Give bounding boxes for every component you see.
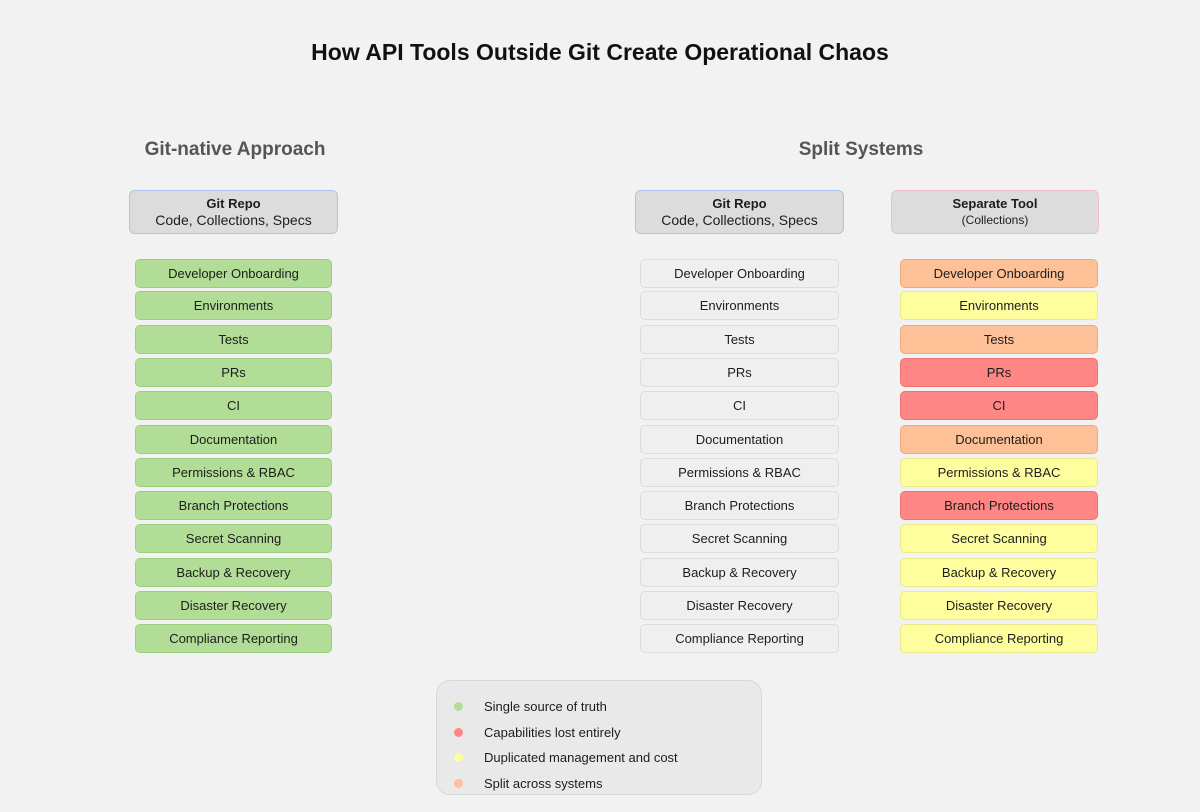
- header-title: Git Repo: [206, 196, 261, 211]
- legend-item-split: Split across systems: [437, 773, 602, 793]
- capability-item-disaster-recovery: Disaster Recovery: [900, 591, 1098, 620]
- legend-label: Single source of truth: [484, 698, 607, 714]
- capability-item-prs: PRs: [900, 358, 1098, 387]
- capability-item-tests: Tests: [640, 325, 839, 354]
- header-title: Separate Tool: [952, 196, 1038, 211]
- capability-item-compliance-reporting: Compliance Reporting: [900, 624, 1098, 653]
- legend-label: Capabilities lost entirely: [484, 724, 621, 740]
- capability-item-compliance-reporting: Compliance Reporting: [135, 624, 332, 653]
- legend-dot-icon: [454, 752, 463, 762]
- capability-item-prs: PRs: [640, 358, 839, 387]
- capability-item-tests: Tests: [900, 325, 1098, 354]
- capability-item-ci: CI: [135, 391, 332, 420]
- capability-item-permissions-rbac: Permissions & RBAC: [135, 458, 332, 487]
- header-subtitle: Code, Collections, Specs: [661, 212, 818, 228]
- capability-item-environments: Environments: [135, 291, 332, 320]
- legend-item-lost: Capabilities lost entirely: [437, 722, 621, 742]
- capability-item-documentation: Documentation: [640, 425, 839, 454]
- legend-dot-icon: [454, 778, 463, 788]
- capability-item-backup-recovery: Backup & Recovery: [640, 558, 839, 587]
- capability-item-environments: Environments: [640, 291, 839, 320]
- header-title: Git Repo: [712, 196, 767, 211]
- capability-item-developer-onboarding: Developer Onboarding: [900, 259, 1098, 288]
- capability-item-branch-protections: Branch Protections: [640, 491, 839, 520]
- capability-item-environments: Environments: [900, 291, 1098, 320]
- legend-dot-icon: [454, 727, 463, 737]
- diagram-title: How API Tools Outside Git Create Operati…: [311, 39, 889, 65]
- capability-item-documentation: Documentation: [135, 425, 332, 454]
- capability-item-prs: PRs: [135, 358, 332, 387]
- capability-item-disaster-recovery: Disaster Recovery: [135, 591, 332, 620]
- legend-item-single-source: Single source of truth: [437, 696, 607, 716]
- capability-item-permissions-rbac: Permissions & RBAC: [640, 458, 839, 487]
- legend-dot-icon: [454, 701, 463, 711]
- capability-item-developer-onboarding: Developer Onboarding: [640, 259, 839, 288]
- capability-item-backup-recovery: Backup & Recovery: [135, 558, 332, 587]
- capability-item-ci: CI: [900, 391, 1098, 420]
- legend: Single source of truth Capabilities lost…: [436, 680, 762, 795]
- capability-item-disaster-recovery: Disaster Recovery: [640, 591, 839, 620]
- header-separate-tool: Separate Tool (Collections): [891, 190, 1099, 234]
- header-subtitle: (Collections): [961, 213, 1029, 227]
- capability-item-compliance-reporting: Compliance Reporting: [640, 624, 839, 653]
- capability-item-secret-scanning: Secret Scanning: [900, 524, 1098, 553]
- capability-item-branch-protections: Branch Protections: [135, 491, 332, 520]
- capability-item-ci: CI: [640, 391, 839, 420]
- header-split-git-repo: Git Repo Code, Collections, Specs: [635, 190, 844, 234]
- capability-item-backup-recovery: Backup & Recovery: [900, 558, 1098, 587]
- capability-item-secret-scanning: Secret Scanning: [640, 524, 839, 553]
- capability-item-secret-scanning: Secret Scanning: [135, 524, 332, 553]
- section-title-git-native: Git-native Approach: [144, 139, 326, 160]
- header-subtitle: Code, Collections, Specs: [155, 212, 312, 228]
- header-git-native-repo: Git Repo Code, Collections, Specs: [129, 190, 338, 234]
- capability-item-developer-onboarding: Developer Onboarding: [135, 259, 332, 288]
- section-title-split-systems: Split Systems: [798, 139, 924, 160]
- legend-label: Split across systems: [484, 775, 603, 791]
- legend-item-duplicated: Duplicated management and cost: [437, 747, 678, 767]
- capability-item-permissions-rbac: Permissions & RBAC: [900, 458, 1098, 487]
- legend-label: Duplicated management and cost: [484, 749, 678, 765]
- capability-item-tests: Tests: [135, 325, 332, 354]
- capability-item-branch-protections: Branch Protections: [900, 491, 1098, 520]
- capability-item-documentation: Documentation: [900, 425, 1098, 454]
